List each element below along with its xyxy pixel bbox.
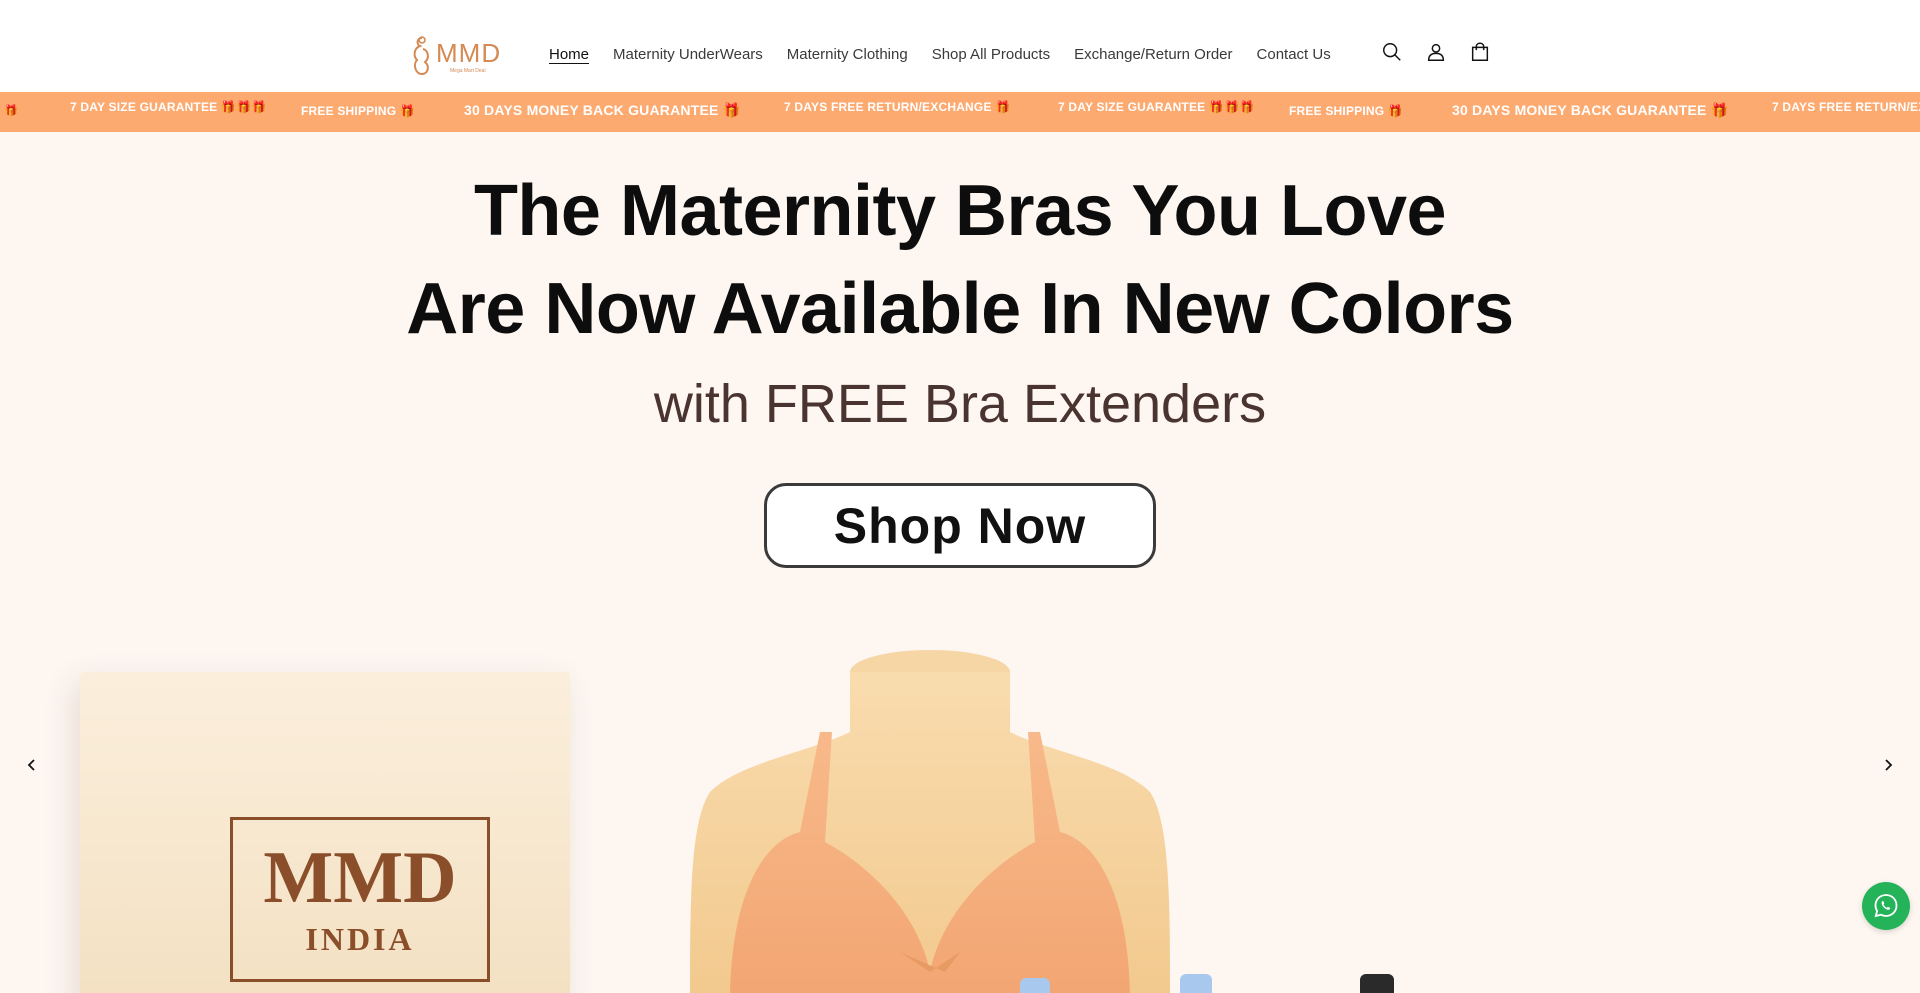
nav-shop-all-products[interactable]: Shop All Products	[920, 44, 1062, 66]
site-header: MMD Mega Mart Deal Home Maternity UnderW…	[0, 0, 1920, 92]
hero-slideshow: The Maternity Bras You Love Are Now Avai…	[0, 132, 1920, 993]
marquee-item: FREE SHIPPING 🎁	[301, 104, 415, 118]
logo[interactable]: MMD Mega Mart Deal	[408, 32, 504, 80]
main-nav: Home Maternity UnderWears Maternity Clot…	[537, 44, 1343, 66]
marquee-item: 7 DAY SIZE GUARANTEE 🎁🎁🎁	[70, 100, 267, 114]
marquee-item: 30 DAYS MONEY BACK GUARANTEE 🎁	[1452, 102, 1729, 118]
nav-exchange-return-order[interactable]: Exchange/Return Order	[1062, 44, 1244, 66]
nav-home[interactable]: Home	[537, 44, 601, 66]
chevron-right-icon	[1885, 759, 1893, 771]
logo-mother-icon	[413, 36, 429, 76]
marquee-item: 7 DAYS FREE RETURN/EXCHANGE 🎁	[784, 100, 1011, 114]
hero-headline-line1: The Maternity Bras You Love	[473, 171, 1447, 251]
search-icon[interactable]	[1380, 40, 1404, 64]
hero-subheadline: with FREE Bra Extenders	[653, 374, 1267, 434]
slideshow-prev-button[interactable]	[17, 750, 47, 780]
marquee-item: FREE SHIPPING 🎁	[1289, 104, 1403, 118]
box-label: MMD INDIA	[230, 817, 490, 982]
nav-maternity-clothing[interactable]: Maternity Clothing	[775, 44, 920, 66]
header-icons	[1380, 40, 1492, 64]
marquee-item: 7 DAYS FREE RETURN/EX	[1772, 100, 1920, 114]
hero-headline-line2: Are Now Available In New Colors	[406, 269, 1514, 349]
shop-now-button[interactable]: Shop Now	[764, 483, 1156, 568]
nav-contact-us[interactable]: Contact Us	[1245, 44, 1343, 66]
slideshow-next-button[interactable]	[1873, 750, 1903, 780]
marquee-track: 🎁 7 DAY SIZE GUARANTEE 🎁🎁🎁 FREE SHIPPING…	[0, 92, 1920, 132]
announcement-marquee: 🎁 7 DAY SIZE GUARANTEE 🎁🎁🎁 FREE SHIPPING…	[0, 92, 1920, 132]
logo-tagline: Mega Mart Deal	[450, 68, 486, 74]
nav-maternity-underwears[interactable]: Maternity UnderWears	[601, 44, 775, 66]
marquee-item: 30 DAYS MONEY BACK GUARANTEE 🎁	[464, 102, 741, 118]
box-brand: MMD	[263, 837, 457, 919]
whatsapp-icon	[1874, 894, 1898, 918]
bra-extender-image	[1020, 974, 1394, 993]
cart-icon[interactable]	[1468, 40, 1492, 64]
whatsapp-button[interactable]	[1862, 882, 1910, 930]
account-icon[interactable]	[1424, 40, 1448, 64]
marquee-item: 7 DAY SIZE GUARANTEE 🎁🎁🎁	[1058, 100, 1255, 114]
logo-text: MMD	[436, 38, 502, 68]
product-box-image: MMD INDIA	[80, 672, 570, 993]
chevron-left-icon	[27, 759, 35, 771]
box-sub: INDIA	[305, 921, 415, 957]
marquee-item: 🎁	[4, 105, 18, 117]
mannequin-bra-image	[690, 650, 1170, 993]
